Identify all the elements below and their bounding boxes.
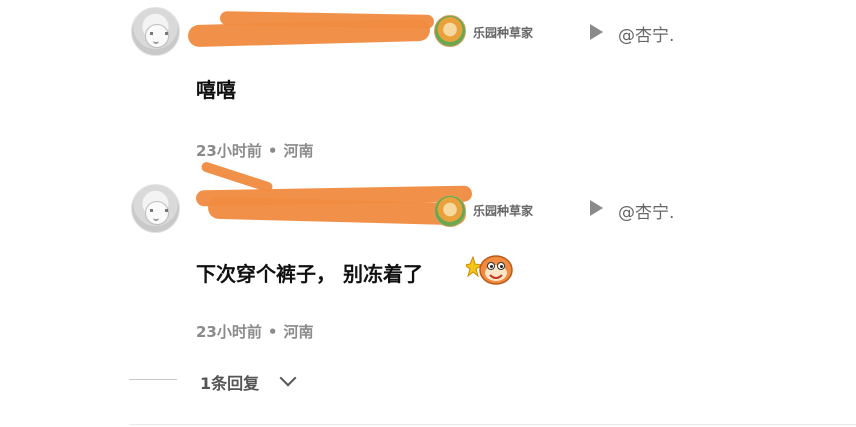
comment-time: 23小时前 (196, 323, 262, 341)
comment-text: 下次穿个裤子， 别冻着了 (196, 262, 423, 286)
comment-item: 乐园种草家 @杏宁. 下次穿个裤子， 别冻着了 23小时前 • 河南 (0, 160, 856, 366)
badge-label: 乐园种草家 (473, 26, 534, 40)
emoji-sticker-icon (466, 255, 513, 285)
divider (129, 424, 856, 425)
comment-item: 乐园种草家 @杏宁. 嘻嘻 23小时前 • 河南 (0, 0, 856, 178)
avatar-face (145, 24, 169, 48)
divider (129, 379, 177, 380)
reply-to-user[interactable]: @杏宁. (618, 198, 674, 223)
comment-location: 河南 (283, 323, 314, 341)
avatar[interactable] (131, 7, 180, 56)
separator-dot: • (267, 323, 278, 341)
avatar[interactable] (131, 184, 180, 233)
avatar-eyes (150, 209, 168, 212)
reply-to-user[interactable]: @杏宁. (618, 21, 674, 46)
replies-expander[interactable]: 1条回复 (0, 366, 856, 396)
badge-icon (434, 195, 466, 227)
avatar-face (145, 201, 169, 225)
comment-meta: 23小时前 • 河南 (196, 321, 313, 342)
badge-icon (434, 15, 466, 47)
avatar-eyes (150, 32, 168, 35)
comment-text: 嘻嘻 (196, 78, 236, 102)
separator-dot: • (267, 142, 278, 160)
play-icon (590, 200, 603, 216)
comment-location: 河南 (283, 142, 314, 160)
play-icon (590, 24, 603, 40)
view-replies-button[interactable]: 1条回复 (200, 370, 259, 394)
comment-time: 23小时前 (196, 142, 262, 160)
chevron-down-icon[interactable] (279, 369, 297, 387)
comment-meta: 23小时前 • 河南 (196, 140, 313, 161)
badge-label: 乐园种草家 (473, 204, 534, 218)
